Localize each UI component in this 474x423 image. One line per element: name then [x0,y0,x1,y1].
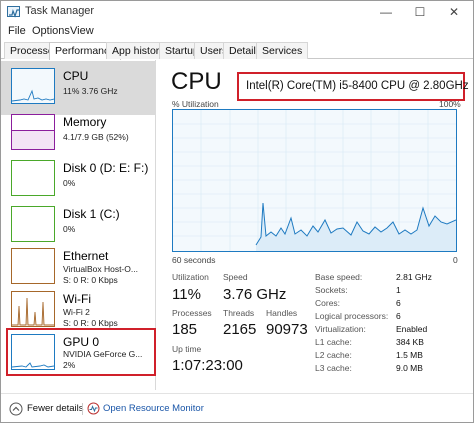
task-manager-icon [7,6,20,18]
sidebar-item-detail: 11% 3.76 GHz [63,86,118,96]
sidebar-item-label: CPU [63,69,89,83]
logical-processors-value: 6 [396,311,401,321]
uptime-label: Up time [172,344,202,354]
l3-cache-label: L3 cache: [315,363,352,373]
tab-strip: Processes Performance App history Startu… [1,41,473,60]
graph-axis-label: % Utilization [172,99,219,109]
window-title: Task Manager [25,5,95,17]
menu-options[interactable]: Options [32,25,70,37]
l1-cache-value: 384 KB [396,337,424,347]
task-manager-window: Task Manager — ☐ ✕ File Options View Pro… [0,0,474,423]
utilization-label: Utilization [172,272,209,282]
l3-cache-value: 9.0 MB [396,363,423,373]
graph-min-label: 0 [453,255,458,265]
base-speed-label: Base speed: [315,272,363,282]
sidebar-item-detail: 4.1/7.9 GB (52%) [63,132,129,142]
footer-bar: Fewer details Open Resource Monitor [1,393,473,423]
l2-cache-label: L2 cache: [315,350,352,360]
handles-value: 90973 [266,321,308,338]
title-bar: Task Manager — ☐ ✕ [1,1,473,23]
base-speed-value: 2.81 GHz [396,272,432,282]
footer-divider [82,403,83,415]
wifi-thumbnail-graph [11,291,55,327]
processes-label: Processes [172,308,212,318]
sockets-value: 1 [396,285,401,295]
graph-max-label: 100% [439,99,461,109]
resource-monitor-icon[interactable] [87,402,100,420]
processes-value: 185 [172,321,198,338]
memory-thumbnail-graph [11,114,55,150]
open-resource-monitor-link[interactable]: Open Resource Monitor [103,403,204,414]
sidebar-item-label: Ethernet [63,249,109,263]
l1-cache-label: L1 cache: [315,337,352,347]
close-button[interactable]: ✕ [437,1,471,23]
speed-value: 3.76 GHz [223,286,287,303]
disk-1-thumbnail-graph [11,206,55,242]
virtualization-label: Virtualization: [315,324,366,334]
speed-label: Speed [223,272,248,282]
threads-value: 2165 [223,321,257,338]
l2-cache-value: 1.5 MB [396,350,423,360]
sidebar-item-detail: VirtualBox Host-O... [63,264,138,274]
uptime-value: 1:07:23:00 [172,357,243,374]
maximize-button[interactable]: ☐ [403,1,437,23]
sidebar-item-detail: 0% [63,178,76,188]
sidebar-item-label: Disk 0 (D: E: F:) [63,161,149,175]
utilization-value: 11% [172,286,201,303]
fewer-details-link[interactable]: Fewer details [27,403,84,414]
cores-label: Cores: [315,298,341,308]
handles-label: Handles [266,308,298,318]
sidebar-item-detail: 0% [63,224,76,234]
menu-bar: File Options View [1,23,473,41]
cpu-model-name: Intel(R) Core(TM) i5-8400 CPU @ 2.80GHz [246,80,469,92]
disk-0-thumbnail-graph [11,160,55,196]
ethernet-thumbnail-graph [11,248,55,284]
sidebar-item-detail: Wi-Fi 2 [63,307,90,317]
chevron-up-icon[interactable] [9,402,23,421]
cores-value: 6 [396,298,401,308]
logical-processors-label: Logical processors: [315,311,389,321]
cpu-utilization-graph [172,109,457,252]
graph-time-label: 60 seconds [172,255,216,265]
sidebar-item-label: Disk 1 (C:) [63,207,120,221]
page-title: CPU [171,68,222,95]
menu-view[interactable]: View [70,25,94,37]
virtualization-value: Enabled [396,324,428,334]
sidebar-item-label: Wi-Fi [63,292,91,306]
cpu-thumbnail-graph [11,68,55,104]
threads-label: Threads [223,308,255,318]
tab-services[interactable]: Services [256,42,309,59]
gpu-highlight-box [6,328,156,376]
minimize-button[interactable]: — [369,1,403,23]
sockets-label: Sockets: [315,285,348,295]
menu-file[interactable]: File [8,25,26,37]
sidebar-item-label: Memory [63,115,107,129]
